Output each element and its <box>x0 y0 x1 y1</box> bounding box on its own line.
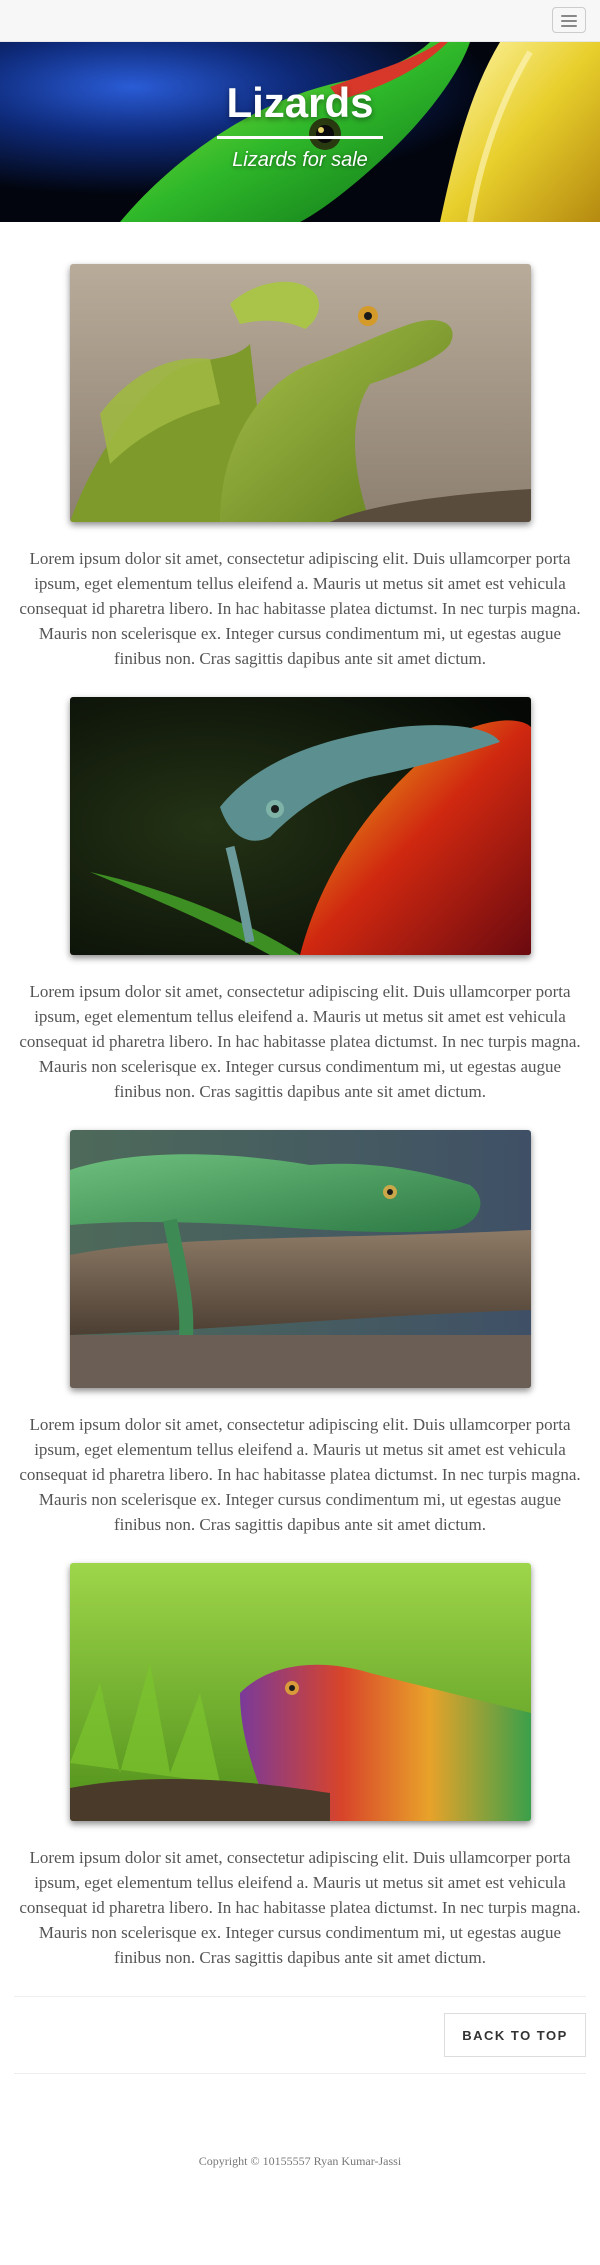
lizard-description: Lorem ipsum dolor sit amet, consectetur … <box>19 549 581 668</box>
iguana-photo <box>69 1130 531 1388</box>
lizard-description: Lorem ipsum dolor sit amet, consectetur … <box>19 1848 581 1967</box>
hero-divider <box>217 136 383 139</box>
lizard-section: Lorem ipsum dolor sit amet, consectetur … <box>0 264 600 671</box>
hero-subtitle: Lizards for sale <box>232 149 368 171</box>
footer-copyright: Copyright © 10155557 Ryan Kumar-Jassi <box>198 2154 402 2168</box>
back-to-top-row: BACK TO TOP <box>0 1997 600 2073</box>
back-to-top-button[interactable]: BACK TO TOP <box>444 2013 586 2057</box>
hamburger-menu-icon[interactable] <box>552 7 586 33</box>
basilisk-photo <box>69 264 531 522</box>
lizard-section: Lorem ipsum dolor sit amet, consectetur … <box>0 1563 600 1970</box>
lizard-section: Lorem ipsum dolor sit amet, consectetur … <box>0 697 600 1104</box>
chameleon-photo <box>69 697 531 955</box>
hero-banner: Lizards Lizards for sale <box>0 42 600 222</box>
hero-title: Lizards <box>226 79 374 126</box>
lizard-section: Lorem ipsum dolor sit amet, consectetur … <box>0 1130 600 1537</box>
rainbow-iguana-photo <box>69 1563 531 1821</box>
main-content: Lorem ipsum dolor sit amet, consectetur … <box>0 222 600 1970</box>
lizard-description: Lorem ipsum dolor sit amet, consectetur … <box>19 982 581 1101</box>
lizard-description: Lorem ipsum dolor sit amet, consectetur … <box>19 1415 581 1534</box>
navbar <box>0 0 600 42</box>
